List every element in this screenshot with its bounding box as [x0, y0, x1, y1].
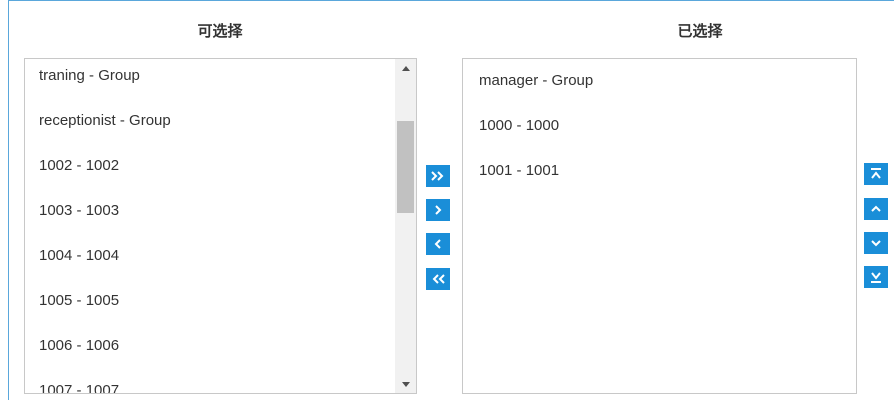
list-item[interactable]: 1003 - 1003 [25, 194, 416, 239]
move-up-button[interactable] [864, 198, 888, 220]
chevron-down-icon [871, 240, 881, 247]
move-to-top-button[interactable] [864, 163, 888, 185]
move-to-bottom-button[interactable] [864, 266, 888, 288]
remove-button[interactable] [426, 233, 450, 255]
list-item[interactable]: receptionist - Group [25, 104, 416, 149]
add-button[interactable] [426, 199, 450, 221]
list-item[interactable]: 1006 - 1006 [25, 329, 416, 374]
scroll-down-arrow-icon[interactable] [395, 375, 416, 393]
move-to-top-icon [871, 168, 881, 179]
list-item[interactable]: 1002 - 1002 [25, 149, 416, 194]
chevron-right-icon [435, 205, 442, 215]
list-item[interactable]: manager - Group [463, 73, 856, 118]
scroll-thumb[interactable] [397, 121, 414, 213]
available-listbox[interactable]: traning - Group receptionist - Group 100… [24, 58, 417, 394]
chevron-left-icon [434, 239, 441, 249]
list-item[interactable]: 1000 - 1000 [463, 118, 856, 163]
available-scrollbar[interactable] [395, 59, 416, 393]
list-item[interactable]: 1005 - 1005 [25, 284, 416, 329]
move-down-button[interactable] [864, 232, 888, 254]
scroll-up-arrow-icon[interactable] [395, 59, 416, 77]
add-all-button[interactable] [426, 165, 450, 187]
list-item[interactable]: 1004 - 1004 [25, 239, 416, 284]
list-item[interactable]: 1001 - 1001 [463, 163, 856, 208]
list-item[interactable]: 1007 - 1007 [25, 374, 416, 394]
available-items: traning - Group receptionist - Group 100… [25, 59, 416, 394]
double-chevron-right-icon [431, 171, 444, 181]
double-chevron-left-icon [432, 274, 445, 284]
remove-all-button[interactable] [426, 268, 450, 290]
selected-items: manager - Group 1000 - 1000 1001 - 1001 [463, 73, 856, 208]
selected-list-title: 已选择 [677, 22, 723, 40]
selected-listbox[interactable]: manager - Group 1000 - 1000 1001 - 1001 [462, 58, 857, 394]
available-list-title: 可选择 [197, 22, 243, 40]
list-item[interactable]: traning - Group [25, 59, 416, 104]
move-to-bottom-icon [871, 272, 881, 283]
chevron-up-icon [871, 205, 881, 212]
